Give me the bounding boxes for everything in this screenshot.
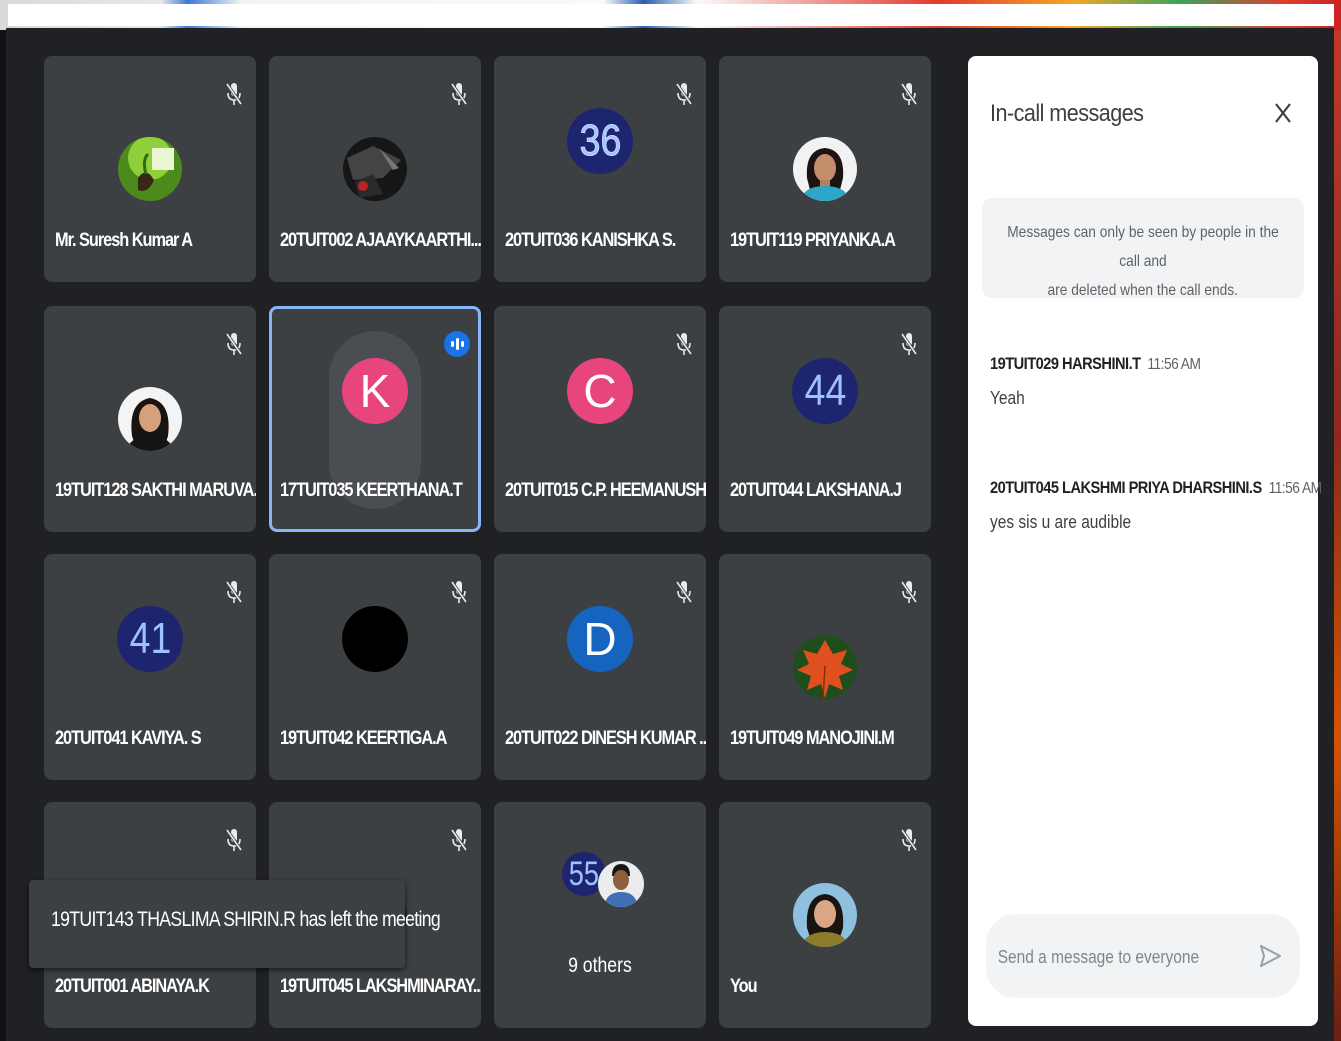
participant-name: Mr. Suresh Kumar A <box>55 230 193 251</box>
panel-title: In-call messages <box>990 100 1144 127</box>
avatar-leaf-photo <box>793 635 857 699</box>
participant-name: 20TUIT041 KAVIYA. S <box>55 728 202 749</box>
avatar-letter-k: K <box>342 358 408 424</box>
participant-name: 20TUIT015 C.P. HEEMANUSH <box>505 480 706 501</box>
participant-tile[interactable]: 19TUIT042 KEERTIGA.A <box>269 554 481 780</box>
mic-off-icon <box>449 578 469 606</box>
participant-tile-speaking[interactable]: K 17TUIT035 KEERTHANA.T <box>269 306 481 532</box>
avatar-number-41: 41 <box>117 606 183 672</box>
sender-name: 20TUIT045 LAKSHMI PRIYA DHARSHINI.S <box>990 478 1262 497</box>
avatar-letter-d: D <box>567 606 633 672</box>
participant-tile[interactable]: 36 20TUIT036 KANISHKA S. <box>494 56 706 282</box>
avatar-letter-c: C <box>567 358 633 424</box>
message-time: 11:56 AM <box>1147 356 1201 373</box>
mic-off-icon <box>674 578 694 606</box>
participant-name: 19TUIT045 LAKSHMINARAY... <box>280 976 481 997</box>
participant-tile[interactable]: D 20TUIT022 DINESH KUMAR ... <box>494 554 706 780</box>
avatar-black <box>342 606 408 672</box>
message-text: yes sis u are audible <box>990 512 1132 532</box>
avatar-plant-photo <box>118 137 182 201</box>
mic-off-icon <box>449 826 469 854</box>
participant-tile[interactable]: 19TUIT128 SAKTHI MARUVA... <box>44 306 256 532</box>
participant-tile[interactable]: 19TUIT049 MANOJINI.M <box>719 554 931 780</box>
mic-off-icon <box>224 826 244 854</box>
message-text: Yeah <box>990 388 1025 408</box>
participant-name: 20TUIT022 DINESH KUMAR ... <box>505 728 706 749</box>
avatar-woman-photo <box>793 108 857 230</box>
self-tile[interactable]: You <box>719 802 931 1028</box>
speaking-indicator-icon <box>444 331 470 357</box>
participant-tile[interactable]: 19TUIT119 PRIYANKA.A <box>719 56 931 282</box>
mic-off-icon <box>674 80 694 108</box>
avatar-number-36: 36 <box>567 108 633 174</box>
avatar-man-photo <box>598 861 644 907</box>
participant-name: 20TUIT044 LAKSHANA.J <box>730 480 902 501</box>
right-edge <box>1334 30 1341 1041</box>
participant-tile[interactable]: Mr. Suresh Kumar A <box>44 56 256 282</box>
participant-tile[interactable]: 20TUIT002 AJAAYKAARTHI... <box>269 56 481 282</box>
avatar-dark-photo <box>343 137 407 201</box>
others-count: 9 others <box>568 954 632 977</box>
message-sender: 19TUIT029 HARSHINI.T 11:56 AM <box>990 354 1201 374</box>
participant-name: 19TUIT049 MANOJINI.M <box>730 728 895 749</box>
mic-off-icon <box>224 578 244 606</box>
mic-off-icon <box>674 330 694 358</box>
participant-tile[interactable]: C 20TUIT015 C.P. HEEMANUSH <box>494 306 706 532</box>
participant-tile[interactable]: 44 20TUIT044 LAKSHANA.J <box>719 306 931 532</box>
participant-name: You <box>730 976 758 997</box>
message-time: 11:56 AM <box>1268 480 1323 497</box>
mic-off-icon <box>899 330 919 358</box>
mic-off-icon <box>224 80 244 108</box>
mic-off-icon <box>899 80 919 108</box>
close-icon[interactable] <box>1268 98 1298 128</box>
send-icon[interactable] <box>1256 942 1284 970</box>
browser-top-bar <box>8 4 1334 26</box>
participant-name: 20TUIT001 ABINAYA.K <box>55 976 210 997</box>
mic-off-icon <box>899 578 919 606</box>
message-input-container <box>986 914 1300 998</box>
avatar-self-photo <box>793 883 857 947</box>
avatar-number-44: 44 <box>792 358 858 424</box>
participant-name: 19TUIT119 PRIYANKA.A <box>730 230 896 251</box>
participant-name: 19TUIT042 KEERTIGA.A <box>280 728 447 749</box>
message-input[interactable] <box>996 938 1215 976</box>
notice-line-2: are deleted when the call ends. <box>1047 282 1239 299</box>
mic-off-icon <box>899 826 919 854</box>
participant-name: 17TUIT035 KEERTHANA.T <box>280 480 463 501</box>
toast-text: 19TUIT143 THASLIMA SHIRIN.R has left the… <box>51 908 441 931</box>
participant-name: 19TUIT128 SAKTHI MARUVA... <box>55 480 256 501</box>
sender-name: 19TUIT029 HARSHINI.T <box>990 354 1141 373</box>
participant-tile[interactable]: 41 20TUIT041 KAVIYA. S <box>44 554 256 780</box>
others-tile[interactable]: 55 9 others <box>494 802 706 1028</box>
avatar-woman-photo <box>118 387 182 451</box>
left-meeting-toast: 19TUIT143 THASLIMA SHIRIN.R has left the… <box>29 880 441 968</box>
notice-line-1: Messages can only be seen by people in t… <box>1007 224 1279 270</box>
participant-name: 20TUIT036 KANISHKA S. <box>505 230 676 251</box>
mic-off-icon <box>449 80 469 108</box>
messages-notice: Messages can only be seen by people in t… <box>982 198 1304 299</box>
mic-off-icon <box>224 330 244 358</box>
message-sender: 20TUIT045 LAKSHMI PRIYA DHARSHINI.S 11:56… <box>990 478 1322 498</box>
participant-name: 20TUIT002 AJAAYKAARTHI... <box>280 230 481 251</box>
in-call-messages-panel: In-call messages Messages can only be se… <box>968 56 1322 1026</box>
